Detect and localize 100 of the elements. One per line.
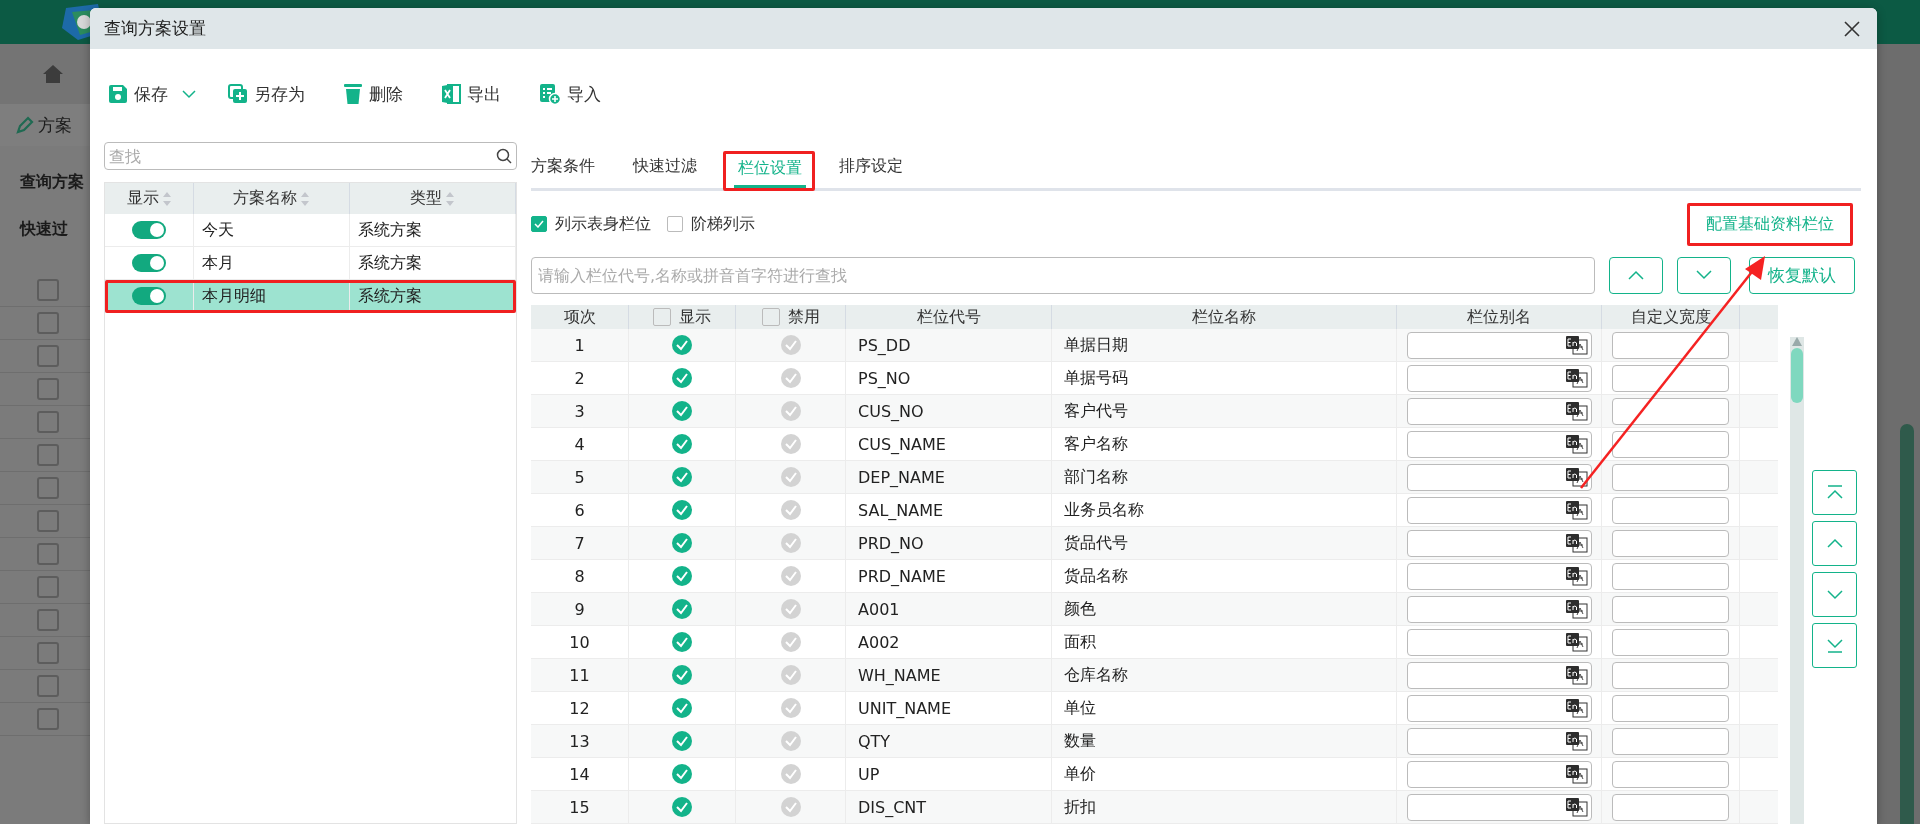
- checked-icon[interactable]: [672, 500, 692, 520]
- translate-icon[interactable]: [1564, 368, 1589, 388]
- translate-icon[interactable]: [1564, 698, 1589, 718]
- width-input[interactable]: [1612, 463, 1729, 491]
- width-input[interactable]: [1612, 496, 1729, 524]
- move-down-button[interactable]: [1812, 572, 1857, 617]
- width-input[interactable]: [1612, 793, 1729, 821]
- alias-input[interactable]: [1406, 562, 1592, 590]
- row-checkbox[interactable]: [37, 543, 59, 565]
- translate-icon[interactable]: [1564, 797, 1589, 817]
- width-input[interactable]: [1612, 529, 1729, 557]
- alias-input[interactable]: [1406, 793, 1592, 821]
- scheme-row[interactable]: 本月明细 系统方案: [105, 280, 516, 313]
- alias-input[interactable]: [1406, 430, 1592, 458]
- toolbar-button[interactable]: 保存: [100, 76, 204, 112]
- width-input[interactable]: [1612, 331, 1729, 359]
- toggle-switch[interactable]: [132, 254, 166, 272]
- unchecked-icon[interactable]: [780, 401, 801, 421]
- toolbar-button[interactable]: 另存为: [220, 76, 313, 112]
- header-checkbox[interactable]: [761, 308, 780, 326]
- unchecked-icon[interactable]: [780, 335, 801, 355]
- checked-icon[interactable]: [672, 632, 692, 652]
- width-input[interactable]: [1612, 760, 1729, 788]
- translate-icon[interactable]: [1564, 731, 1589, 751]
- alias-input[interactable]: [1406, 595, 1592, 623]
- alias-input[interactable]: [1406, 628, 1592, 656]
- toggle-switch[interactable]: [132, 221, 166, 239]
- alias-input[interactable]: [1406, 331, 1592, 359]
- search-field[interactable]: 查找: [104, 142, 517, 170]
- unchecked-icon[interactable]: [780, 566, 801, 586]
- row-checkbox[interactable]: [37, 510, 59, 532]
- row-checkbox[interactable]: [37, 708, 59, 730]
- checked-icon[interactable]: [672, 665, 692, 685]
- checked-icon[interactable]: [672, 401, 692, 421]
- unchecked-icon[interactable]: [780, 665, 801, 685]
- home-icon[interactable]: [42, 64, 64, 84]
- row-checkbox[interactable]: [37, 444, 59, 466]
- scrollbar-thumb[interactable]: [1791, 348, 1803, 403]
- tab[interactable]: 方案条件: [531, 156, 599, 188]
- width-input[interactable]: [1612, 694, 1729, 722]
- translate-icon[interactable]: [1564, 434, 1589, 454]
- field-search[interactable]: 请输入栏位代号,名称或拼音首字符进行查找: [531, 256, 1595, 294]
- checked-icon[interactable]: [672, 434, 692, 454]
- unchecked-icon[interactable]: [780, 698, 801, 718]
- alias-input[interactable]: [1406, 364, 1592, 392]
- move-bottom-button[interactable]: [1812, 623, 1857, 668]
- tab[interactable]: 排序设定: [839, 156, 907, 188]
- checked-icon[interactable]: [672, 599, 692, 619]
- alias-input[interactable]: [1406, 529, 1592, 557]
- unchecked-icon[interactable]: [780, 533, 801, 553]
- move-up-button[interactable]: [1812, 521, 1857, 566]
- translate-icon[interactable]: [1564, 566, 1589, 586]
- next-button[interactable]: [1677, 256, 1731, 294]
- translate-icon[interactable]: [1564, 533, 1589, 553]
- row-checkbox[interactable]: [37, 477, 59, 499]
- alias-input[interactable]: [1406, 661, 1592, 689]
- row-checkbox[interactable]: [37, 675, 59, 697]
- unchecked-icon[interactable]: [780, 434, 801, 454]
- scroll-up-icon[interactable]: [1792, 337, 1802, 346]
- unchecked-icon[interactable]: [780, 368, 801, 388]
- width-input[interactable]: [1612, 595, 1729, 623]
- checked-icon[interactable]: [672, 797, 692, 817]
- checked-icon[interactable]: [672, 533, 692, 553]
- unchecked-icon[interactable]: [780, 599, 801, 619]
- scrollbar[interactable]: [1790, 337, 1804, 824]
- width-input[interactable]: [1612, 430, 1729, 458]
- translate-icon[interactable]: [1564, 599, 1589, 619]
- width-input[interactable]: [1612, 628, 1729, 656]
- alias-input[interactable]: [1406, 463, 1592, 491]
- alias-input[interactable]: [1406, 727, 1592, 755]
- row-checkbox[interactable]: [37, 642, 59, 664]
- unchecked-icon[interactable]: [780, 632, 801, 652]
- width-input[interactable]: [1612, 562, 1729, 590]
- translate-icon[interactable]: [1564, 335, 1589, 355]
- alias-input[interactable]: [1406, 397, 1592, 425]
- checked-icon[interactable]: [672, 566, 692, 586]
- checkbox[interactable]: [531, 216, 547, 232]
- unchecked-icon[interactable]: [780, 500, 801, 520]
- alias-input[interactable]: [1406, 694, 1592, 722]
- move-top-button[interactable]: [1812, 470, 1857, 515]
- translate-icon[interactable]: [1564, 500, 1589, 520]
- width-input[interactable]: [1612, 364, 1729, 392]
- page-tab[interactable]: 方案: [38, 113, 72, 137]
- translate-icon[interactable]: [1564, 467, 1589, 487]
- scrollbar[interactable]: [1900, 424, 1914, 824]
- unchecked-icon[interactable]: [780, 731, 801, 751]
- row-checkbox[interactable]: [37, 576, 59, 598]
- header-checkbox[interactable]: [653, 308, 671, 326]
- row-checkbox[interactable]: [37, 345, 59, 367]
- row-checkbox[interactable]: [37, 411, 59, 433]
- translate-icon[interactable]: [1564, 764, 1589, 784]
- translate-icon[interactable]: [1564, 401, 1589, 421]
- toolbar-button[interactable]: 导入: [531, 76, 609, 112]
- width-input[interactable]: [1612, 397, 1729, 425]
- translate-icon[interactable]: [1564, 665, 1589, 685]
- checked-icon[interactable]: [672, 335, 692, 355]
- scheme-row[interactable]: 今天 系统方案: [105, 214, 516, 247]
- width-input[interactable]: [1612, 727, 1729, 755]
- alias-input[interactable]: [1406, 760, 1592, 788]
- alias-input[interactable]: [1406, 496, 1592, 524]
